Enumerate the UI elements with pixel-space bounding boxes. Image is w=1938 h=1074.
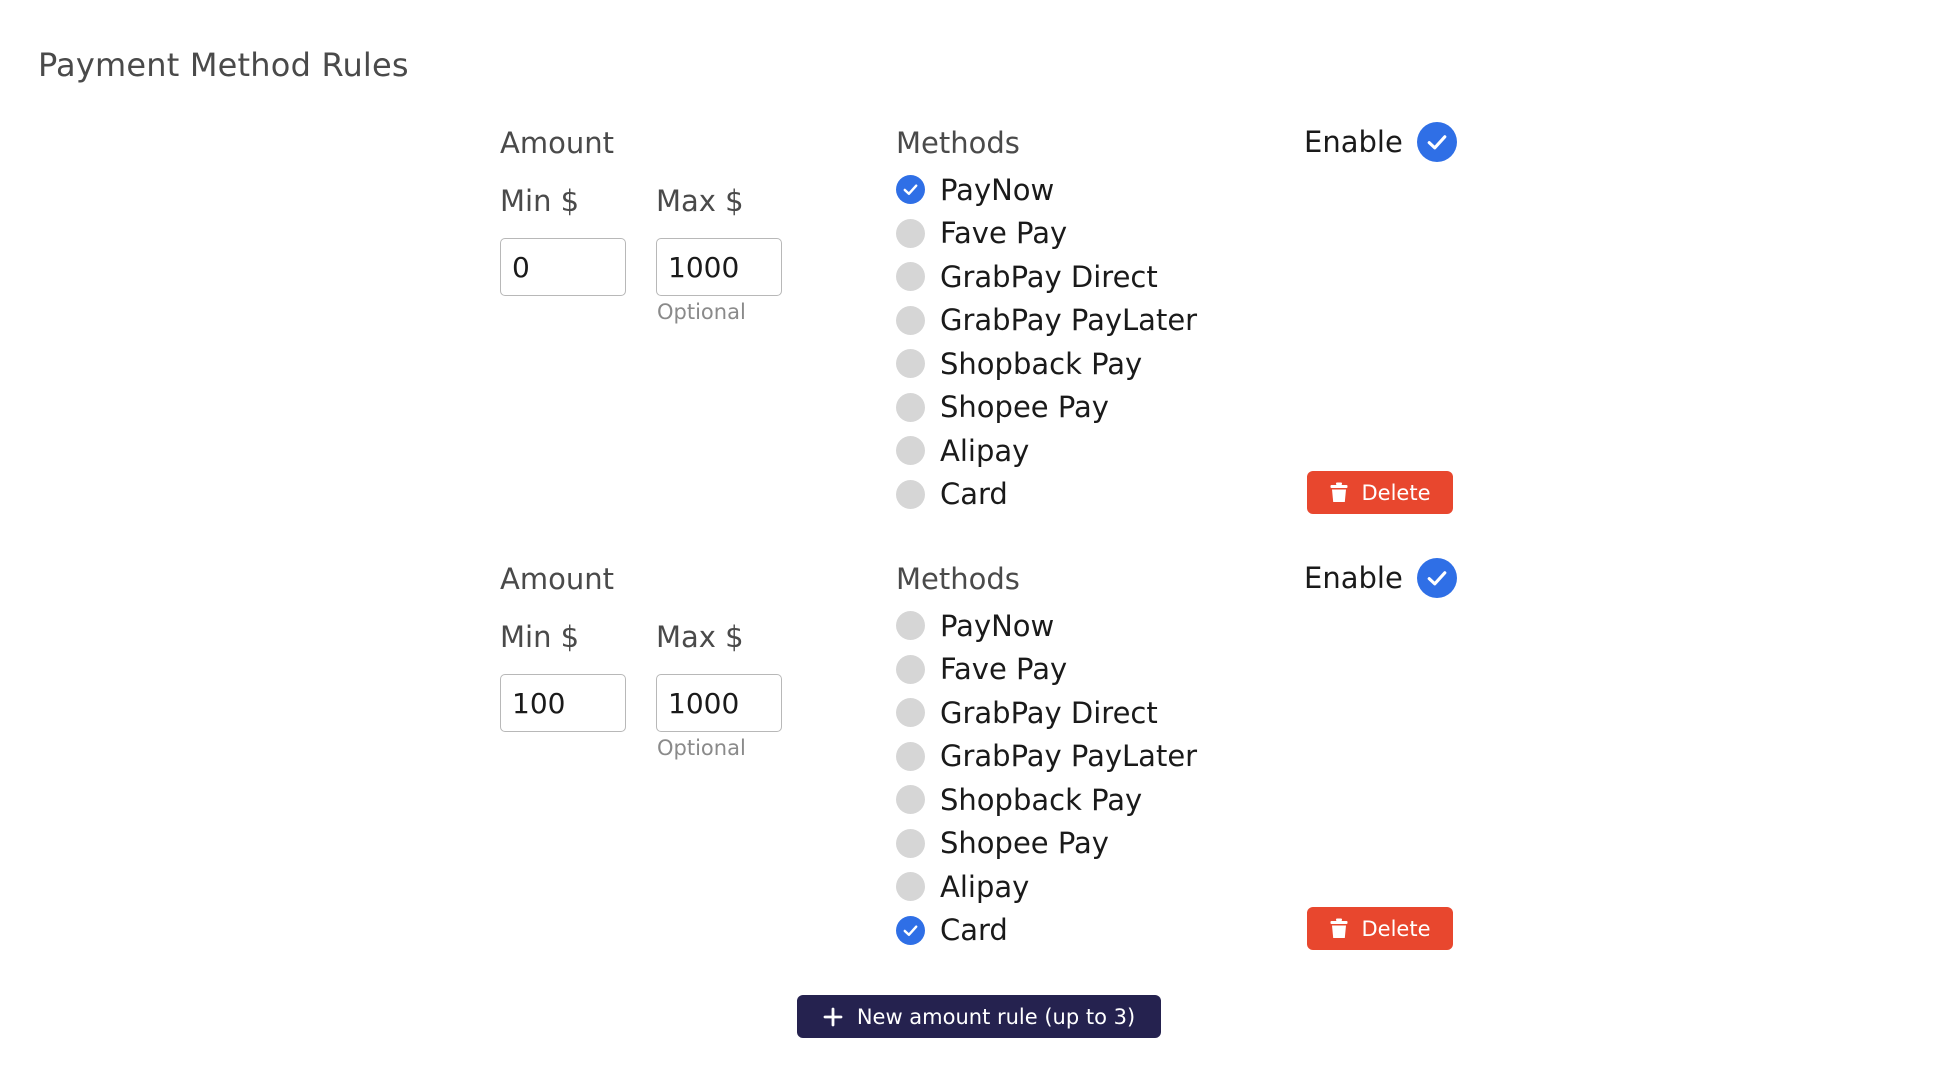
method-option-fave-pay[interactable]: Fave Pay: [896, 648, 1197, 692]
enable-toggle[interactable]: Enable: [1304, 558, 1457, 598]
radio-button[interactable]: [896, 436, 925, 466]
trash-icon: [1330, 482, 1348, 503]
radio-button[interactable]: [896, 392, 925, 422]
optional-hint: Optional: [657, 736, 746, 760]
method-label: PayNow: [940, 608, 1055, 643]
radio-button[interactable]: [896, 305, 925, 335]
method-label: Card: [940, 477, 1008, 512]
radio-button[interactable]: [896, 611, 925, 641]
radio-button[interactable]: [896, 785, 925, 815]
max-amount-input[interactable]: [656, 238, 782, 296]
plus-icon: [823, 1007, 843, 1027]
min-label: Min $: [500, 184, 580, 218]
method-label: Alipay: [940, 433, 1030, 468]
methods-label: Methods: [896, 562, 1020, 596]
radio-button[interactable]: [896, 654, 925, 684]
method-label: Shopback Pay: [940, 346, 1143, 381]
trash-icon: [1330, 918, 1348, 939]
min-label: Min $: [500, 620, 580, 654]
method-option-grabpay-direct[interactable]: GrabPay Direct: [896, 255, 1197, 299]
method-label: Fave Pay: [940, 216, 1068, 251]
method-option-shopee-pay[interactable]: Shopee Pay: [896, 822, 1197, 866]
method-list: PayNow Fave Pay GrabPay Direct GrabPay P…: [896, 168, 1197, 516]
radio-button[interactable]: [896, 698, 925, 728]
max-amount-input[interactable]: [656, 674, 782, 732]
method-option-alipay[interactable]: Alipay: [896, 865, 1197, 909]
method-option-shopback-pay[interactable]: Shopback Pay: [896, 342, 1197, 386]
max-label: Max $: [656, 184, 744, 218]
method-option-shopee-pay[interactable]: Shopee Pay: [896, 386, 1197, 430]
amount-label: Amount: [500, 126, 614, 160]
method-label: GrabPay Direct: [940, 695, 1158, 730]
radio-button[interactable]: [896, 741, 925, 771]
method-label: Shopback Pay: [940, 782, 1143, 817]
delete-label: Delete: [1361, 916, 1431, 941]
max-label: Max $: [656, 620, 744, 654]
method-label: GrabPay PayLater: [940, 303, 1198, 338]
radio-button[interactable]: [896, 479, 925, 509]
delete-rule-button[interactable]: Delete: [1307, 907, 1453, 950]
amount-label: Amount: [500, 562, 614, 596]
method-label: GrabPay PayLater: [940, 739, 1198, 774]
method-option-grabpay-direct[interactable]: GrabPay Direct: [896, 691, 1197, 735]
method-option-fave-pay[interactable]: Fave Pay: [896, 212, 1197, 256]
min-amount-input[interactable]: [500, 238, 626, 296]
radio-button[interactable]: [896, 828, 925, 858]
methods-label: Methods: [896, 126, 1020, 160]
method-label: Alipay: [940, 869, 1030, 904]
method-label: Card: [940, 913, 1008, 948]
method-option-card[interactable]: Card: [896, 909, 1197, 953]
enable-label: Enable: [1304, 125, 1403, 159]
method-option-paynow[interactable]: PayNow: [896, 604, 1197, 648]
amount-rule: Amount Min $ Max $ Optional Methods PayN…: [500, 556, 1460, 956]
optional-hint: Optional: [657, 300, 746, 324]
radio-button[interactable]: [896, 262, 925, 292]
method-option-paynow[interactable]: PayNow: [896, 168, 1197, 212]
method-list: PayNow Fave Pay GrabPay Direct GrabPay P…: [896, 604, 1197, 952]
radio-button[interactable]: [896, 218, 925, 248]
method-label: GrabPay Direct: [940, 259, 1158, 294]
new-amount-rule-button[interactable]: New amount rule (up to 3): [797, 995, 1161, 1038]
radio-button[interactable]: [896, 915, 925, 945]
amount-rule: Amount Min $ Max $ Optional Methods PayN…: [500, 120, 1460, 520]
method-label: Shopee Pay: [940, 390, 1109, 425]
check-icon: [1427, 571, 1447, 586]
enable-label: Enable: [1304, 561, 1403, 595]
check-icon: [903, 184, 918, 196]
method-option-grabpay-paylater[interactable]: GrabPay PayLater: [896, 299, 1197, 343]
method-label: Fave Pay: [940, 652, 1068, 687]
method-option-shopback-pay[interactable]: Shopback Pay: [896, 778, 1197, 822]
enable-checkbox[interactable]: [1416, 558, 1457, 598]
method-label: Shopee Pay: [940, 826, 1109, 861]
radio-button[interactable]: [896, 175, 925, 205]
delete-rule-button[interactable]: Delete: [1307, 471, 1453, 514]
enable-checkbox[interactable]: [1416, 122, 1457, 162]
delete-label: Delete: [1361, 480, 1431, 505]
check-icon: [1427, 135, 1447, 150]
radio-button[interactable]: [896, 872, 925, 902]
method-option-grabpay-paylater[interactable]: GrabPay PayLater: [896, 735, 1197, 779]
min-amount-input[interactable]: [500, 674, 626, 732]
method-label: PayNow: [940, 172, 1055, 207]
method-option-alipay[interactable]: Alipay: [896, 429, 1197, 473]
check-icon: [903, 925, 918, 936]
page-title: Payment Method Rules: [38, 46, 409, 84]
new-amount-rule-label: New amount rule (up to 3): [856, 1004, 1136, 1029]
radio-button[interactable]: [896, 349, 925, 379]
method-option-card[interactable]: Card: [896, 473, 1197, 517]
enable-toggle[interactable]: Enable: [1304, 122, 1457, 162]
